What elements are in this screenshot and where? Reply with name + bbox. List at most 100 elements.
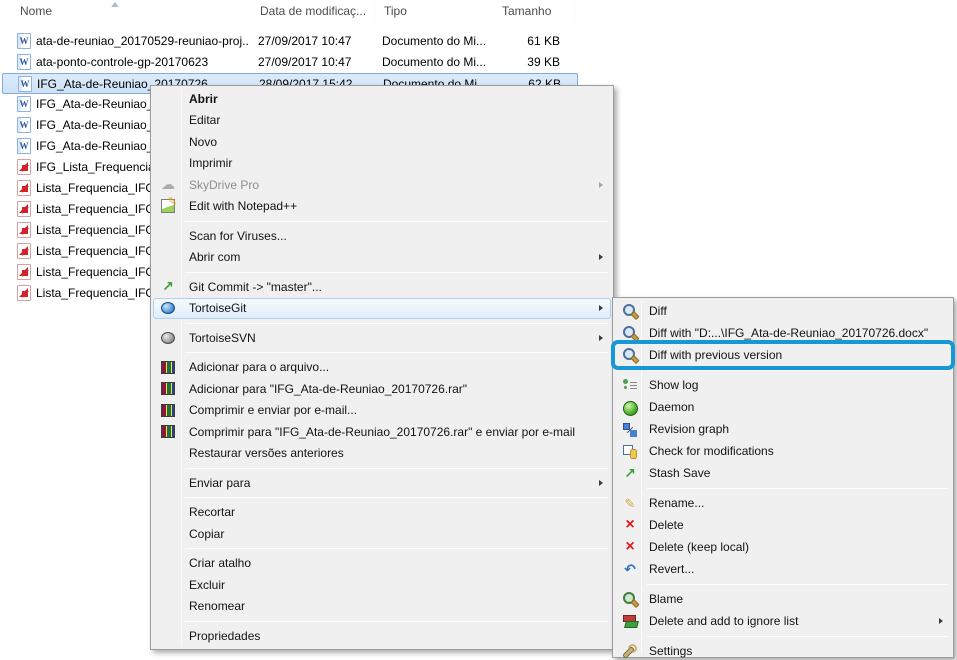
menu-item-icon-wrap <box>158 198 178 214</box>
menu-item-comprimir-e-enviar-por-e-mail[interactable]: Comprimir e enviar por e-mail... <box>153 400 611 422</box>
menu-item-blame[interactable]: Blame <box>615 588 951 610</box>
menu-item-label: Show log <box>649 378 698 392</box>
menu-item-rename[interactable]: ✎Rename... <box>615 492 951 514</box>
column-header-data-de-modifica[interactable]: Data de modificaç... <box>260 4 366 18</box>
column-header-nome[interactable]: Nome <box>20 4 52 18</box>
menu-item-label: SkyDrive Pro <box>189 178 259 192</box>
menu-separator <box>647 584 948 585</box>
menu-item-label: Delete <box>649 518 684 532</box>
submenu-arrow-icon <box>939 618 943 624</box>
word-file-icon: W <box>17 117 31 133</box>
menu-item-icon-wrap <box>158 330 178 346</box>
menu-item-scan-for-viruses[interactable]: Scan for Viruses... <box>153 225 611 247</box>
menu-item-diff-with-d-ifg-ata-de-reuniao-20170726-[interactable]: Diff with "D:...\IFG_Ata-de-Reuniao_2017… <box>615 322 951 344</box>
column-header-tamanho[interactable]: Tamanho <box>502 4 551 18</box>
menu-item-icon-wrap <box>620 591 640 607</box>
menu-item-revert[interactable]: ↶Revert... <box>615 558 951 580</box>
file-row[interactable]: Wata-ponto-controle-gp-2017062327/09/201… <box>2 52 578 73</box>
file-icon-wrap <box>17 201 33 218</box>
menu-item-copiar[interactable]: Copiar <box>153 523 611 545</box>
column-separator[interactable] <box>252 1 253 21</box>
tortoisegit-submenu: Diff Diff with "D:...\IFG_Ata-de-Reuniao_… <box>612 297 954 658</box>
menu-item-editar[interactable]: Editar <box>153 110 611 132</box>
menu-separator <box>185 548 608 549</box>
file-modified: 27/09/2017 10:47 <box>258 55 374 69</box>
menu-item-label: Novo <box>189 135 217 149</box>
menu-item-restaurar-vers-es-anteriores[interactable]: Restaurar versões anteriores <box>153 443 611 465</box>
pdf-file-icon <box>17 264 31 280</box>
menu-item-icon-wrap: ✎ <box>620 495 640 511</box>
menu-item-icon-wrap <box>620 399 640 415</box>
word-file-icon: W <box>18 76 32 92</box>
file-row[interactable]: Wata-de-reuniao_20170529-reuniao-proj...… <box>2 31 578 52</box>
menu-item-delete-keep-local[interactable]: ×Delete (keep local) <box>615 536 951 558</box>
menu-separator <box>647 370 948 371</box>
menu-item-icon-wrap: ↗ <box>158 279 178 295</box>
menu-item-label: Delete and add to ignore list <box>649 614 798 628</box>
explorer-window: Nome Data de modificaç... Tipo Tamanho Wata… <box>0 0 957 660</box>
menu-item-comprimir-para-ifg-ata-de-reuniao-201707[interactable]: Comprimir para "IFG_Ata-de-Reuniao_20170… <box>153 421 611 443</box>
menu-item-settings[interactable]: Settings <box>615 640 951 660</box>
pdf-file-icon <box>17 285 31 301</box>
menu-item-diff[interactable]: Diff <box>615 300 951 322</box>
file-icon-wrap: W <box>18 76 34 93</box>
menu-item-label: Abrir com <box>189 250 240 264</box>
word-file-icon: W <box>17 138 31 154</box>
file-icon-wrap <box>17 180 33 197</box>
menu-item-novo[interactable]: Novo <box>153 131 611 153</box>
menu-item-excluir[interactable]: Excluir <box>153 574 611 596</box>
menu-item-renomear[interactable]: Renomear <box>153 596 611 618</box>
menu-item-adicionar-para-ifg-ata-de-reuniao-201707[interactable]: Adicionar para "IFG_Ata-de-Reuniao_20170… <box>153 378 611 400</box>
menu-item-skydrive-pro[interactable]: ☁SkyDrive Pro <box>153 174 611 196</box>
menu-item-label: TortoiseSVN <box>189 331 256 345</box>
context-menu: Abrir Editar Novo Imprimir☁SkyDrive ProEdit… <box>150 85 614 650</box>
delete-icon: × <box>622 518 638 533</box>
menu-item-show-log[interactable]: Show log <box>615 374 951 396</box>
menu-item-adicionar-para-o-arquivo[interactable]: Adicionar para o arquivo... <box>153 357 611 379</box>
menu-item-abrir[interactable]: Abrir <box>153 88 611 110</box>
pdf-file-icon <box>17 243 31 259</box>
menu-separator <box>185 272 608 273</box>
menu-item-revision-graph[interactable]: Revision graph <box>615 418 951 440</box>
menu-item-criar-atalho[interactable]: Criar atalho <box>153 553 611 575</box>
winrar-icon <box>161 361 175 374</box>
menu-item-stash-save[interactable]: ↗Stash Save <box>615 462 951 484</box>
menu-item-check-for-modifications[interactable]: Check for modifications <box>615 440 951 462</box>
column-header-tipo[interactable]: Tipo <box>384 4 407 18</box>
menu-item-label: Recortar <box>189 505 235 519</box>
menu-item-label: Enviar para <box>189 476 250 490</box>
menu-item-daemon[interactable]: Daemon <box>615 396 951 418</box>
file-icon-wrap <box>17 159 33 176</box>
winrar-icon <box>161 425 175 438</box>
column-separator[interactable] <box>575 1 576 21</box>
rename-icon: ✎ <box>622 496 638 511</box>
menu-item-label: Editar <box>189 113 220 127</box>
check-modifications-icon <box>622 444 638 459</box>
menu-item-delete[interactable]: × Delete <box>615 514 951 536</box>
menu-item-imprimir[interactable]: Imprimir <box>153 153 611 175</box>
menu-item-label: Diff with "D:...\IFG_Ata-de-Reuniao_2017… <box>649 326 928 340</box>
column-separator[interactable] <box>375 1 376 21</box>
column-separator[interactable] <box>494 1 495 21</box>
pdf-file-icon <box>17 180 31 196</box>
menu-item-icon-wrap <box>620 643 640 659</box>
menu-item-enviar-para[interactable]: Enviar para <box>153 472 611 494</box>
menu-item-icon-wrap <box>158 300 178 316</box>
menu-item-propriedades[interactable]: Propriedades <box>153 625 611 647</box>
menu-item-label: Daemon <box>649 400 694 414</box>
menu-item-label: Excluir <box>189 578 225 592</box>
menu-item-label: Criar atalho <box>189 556 251 570</box>
menu-item-diff-with-previous-version[interactable]: Diff with previous version <box>615 344 951 366</box>
menu-item-tortoisegit[interactable]: TortoiseGit <box>153 298 611 320</box>
menu-item-icon-wrap: × <box>620 539 640 555</box>
file-icon-wrap: W <box>17 33 33 50</box>
menu-item-label: Adicionar para "IFG_Ata-de-Reuniao_20170… <box>189 382 467 396</box>
menu-item-abrir-com[interactable]: Abrir com <box>153 247 611 269</box>
menu-item-tortoisesvn[interactable]: TortoiseSVN <box>153 327 611 349</box>
menu-item-git-commit-master[interactable]: ↗Git Commit -> "master"... <box>153 276 611 298</box>
menu-item-label: Adicionar para o arquivo... <box>189 360 329 374</box>
menu-item-delete-and-add-to-ignore-list[interactable]: Delete and add to ignore list <box>615 610 951 632</box>
menu-item-edit-with-notepad[interactable]: Edit with Notepad++ <box>153 196 611 218</box>
menu-item-recortar[interactable]: Recortar <box>153 502 611 524</box>
notepad-icon <box>161 199 175 213</box>
